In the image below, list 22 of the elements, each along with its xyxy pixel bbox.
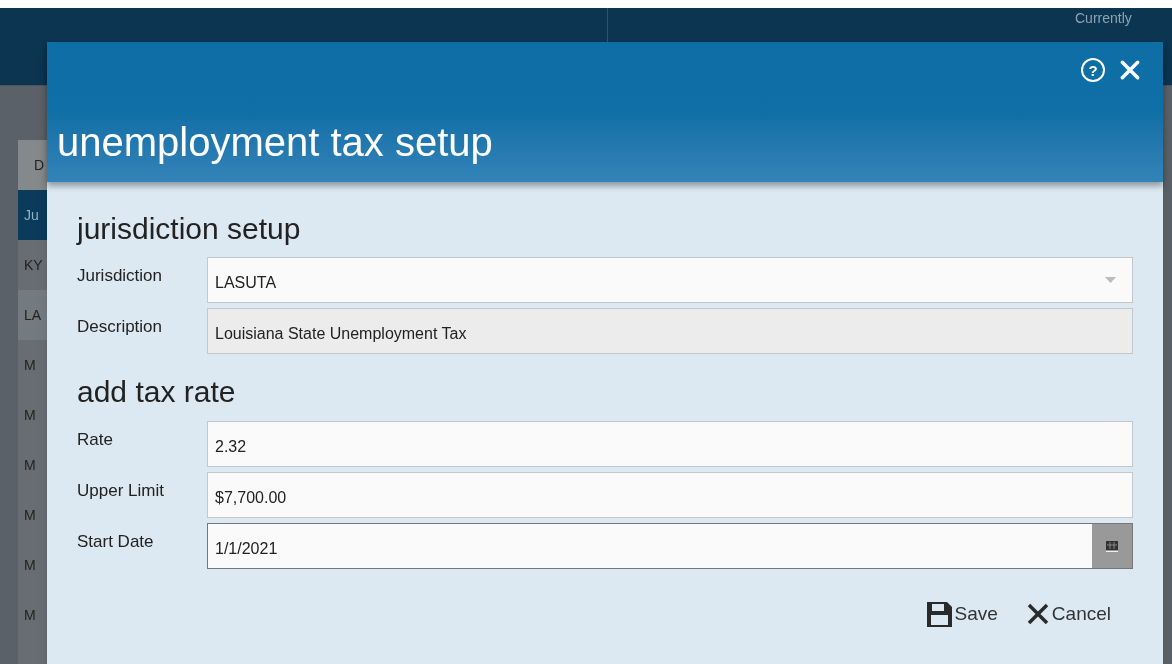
- caret-icon: [1105, 277, 1116, 283]
- calendar-button[interactable]: [1092, 524, 1132, 568]
- input-field[interactable]: $7,700.00: [207, 472, 1133, 518]
- input-field[interactable]: 2.32: [207, 421, 1133, 467]
- section-heading: jurisdiction setup: [77, 214, 302, 244]
- dropdown[interactable]: LASUTA: [207, 257, 1133, 303]
- field-label: Description: [77, 316, 164, 338]
- save-button[interactable]: Save: [925, 600, 998, 629]
- field-label: Upper Limit: [77, 480, 165, 502]
- date-field[interactable]: 1/1/2021: [207, 523, 1133, 569]
- section-heading: add tax rate: [77, 377, 237, 407]
- field-label: Jurisdiction: [77, 265, 164, 287]
- field-label: Start Date: [77, 531, 155, 553]
- close-icon[interactable]: [1119, 59, 1141, 81]
- field-label: Rate: [77, 429, 114, 451]
- calendar-icon: [1106, 540, 1118, 552]
- header-text: Currently: [1075, 9, 1132, 28]
- dialog-title: unemployment tax setup: [57, 122, 493, 162]
- column-header: D: [34, 155, 45, 175]
- close-icon: [1025, 602, 1050, 627]
- help-button[interactable]: ?: [1081, 58, 1105, 82]
- cancel-button[interactable]: Cancel: [1025, 600, 1111, 629]
